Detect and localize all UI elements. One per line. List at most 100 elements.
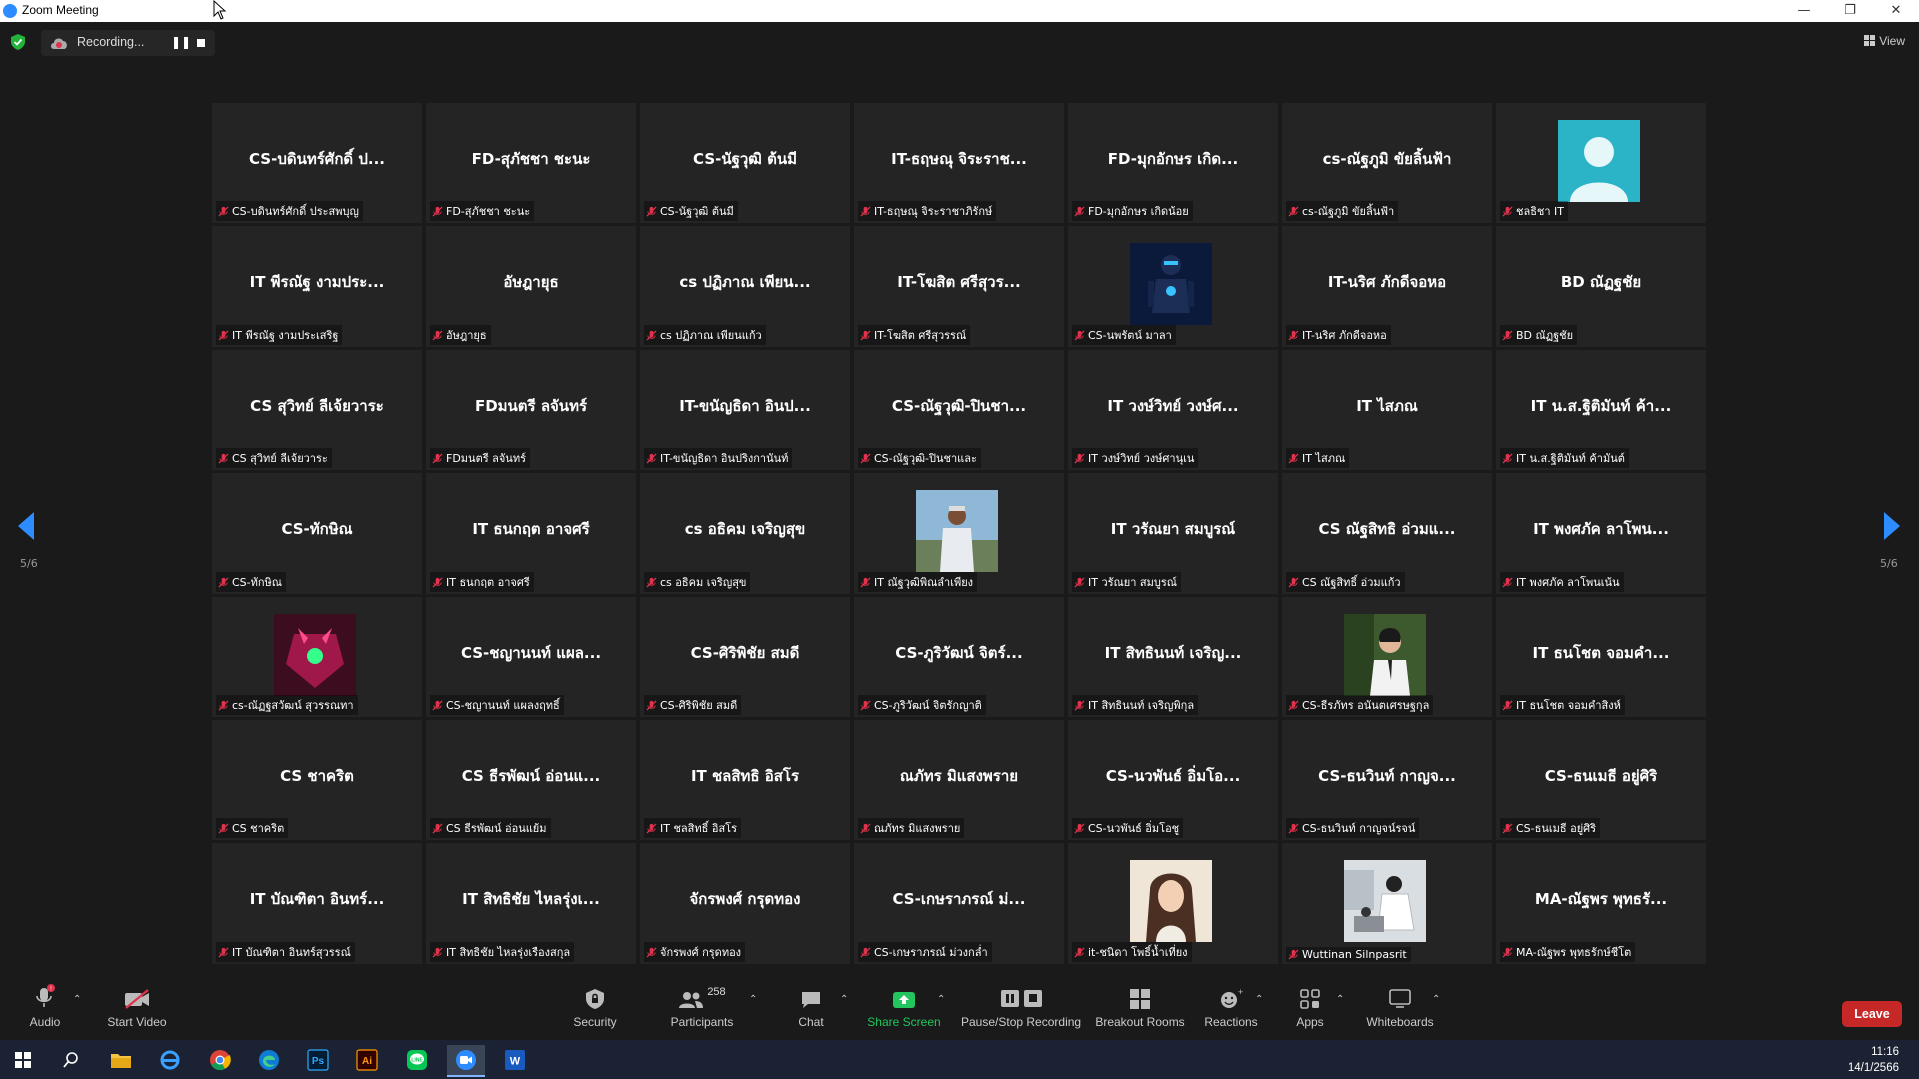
participant-tile[interactable]: CS-บดินทร์ศักดิ์ ป... CS-บดินทร์ศักดิ์ ปร… (212, 103, 422, 224)
participant-tile[interactable]: CS-ชญานนท์ แผล... CS-ชญานนท์ แผลงฤทธิ์ (426, 596, 636, 717)
participant-tile[interactable]: IT วงษ์วิทย์ วงษ์ศ... IT วงษ์วิทย์ วงษ์ศา… (1068, 349, 1278, 471)
participant-tile[interactable]: it-ชนิดา โพธิ์น้ำเที่ยง (1068, 843, 1278, 964)
participant-tile[interactable]: CS-เกษราภรณ์ ม่... CS-เกษราภรณ์ ม่วงกล่ำ (854, 843, 1064, 964)
participant-tile[interactable]: IT ชลสิทธิ อิสโร IT ชลสิทธิ์ อิสโร (640, 719, 850, 841)
start-video-button[interactable]: Start Video (102, 976, 172, 1040)
apps-options-caret[interactable]: ⌃ (1336, 994, 1344, 1005)
participant-tile[interactable]: MA-ณัฐพร พุทธรั... MA-ณัฐพร พุทธรักษ์ชีโต (1496, 843, 1706, 964)
chat-button[interactable]: Chat (789, 976, 833, 1040)
participants-button[interactable]: 258 Participants (665, 976, 739, 1040)
participant-tile[interactable]: IT-นริศ ภักดีจอหอ IT-นริศ ภักดีจอหอ (1282, 226, 1492, 347)
photoshop-icon[interactable]: Ps (303, 1045, 333, 1075)
participant-tile[interactable]: CS-ณัฐวุฒิ-ปินชา... CS-ณัฐวุฒิ-ปินชาและ (854, 349, 1064, 471)
participant-tile[interactable]: CS-ทักษิณ CS-ทักษิณ (212, 473, 422, 594)
previous-page-arrow-icon[interactable] (18, 512, 36, 540)
participant-display-name: CS-ภูริวัฒน์ จิตร์... (895, 643, 1023, 662)
close-button[interactable]: ✕ (1873, 1, 1919, 21)
participant-tile[interactable]: IT-โฆสิต ศรีสุวร... IT-โฆสิต ศรีสุวรรณ์ (854, 226, 1064, 347)
audio-button[interactable]: ! Audio (20, 976, 70, 1040)
search-icon[interactable] (56, 1045, 86, 1075)
reactions-button[interactable]: + Reactions (1203, 976, 1259, 1040)
word-icon[interactable]: W (500, 1045, 530, 1075)
participants-options-caret[interactable]: ⌃ (749, 994, 757, 1005)
participant-tile[interactable]: FD-มุกอักษร เกิด... FD-มุกอักษร เกิดน้อย (1068, 103, 1278, 224)
apps-button[interactable]: Apps (1290, 976, 1330, 1040)
file-explorer-icon[interactable] (106, 1045, 136, 1075)
participant-name-label: IT วงษ์วิทย์ วงษ์ศานุเน (1072, 448, 1199, 469)
participant-tile[interactable]: cs อธิคม เจริญสุข cs อธิคม เจริญสุข (640, 473, 850, 594)
participant-display-name: จักรพงศ์ กรุดทอง (689, 890, 801, 909)
participant-tile[interactable]: จักรพงศ์ กรุดทอง จักรพงศ์ กรุดทอง (640, 843, 850, 964)
ie-icon[interactable] (155, 1045, 185, 1075)
stop-recording-button[interactable] (197, 39, 205, 47)
participant-tile[interactable]: IT พงศภัค ลาโพน... IT พงศภัค ลาโพนเน้น (1496, 473, 1706, 594)
participant-tile[interactable]: CS-นัฐวุฒิ ต้นมี CS-นัฐวุฒิ ต้นมี (640, 103, 850, 224)
participant-tile[interactable]: IT วรัณยา สมบูรณ์ IT วรัณยา สมบูรณ์ (1068, 473, 1278, 594)
chrome-icon[interactable] (205, 1045, 235, 1075)
breakout-rooms-button[interactable]: Breakout Rooms (1094, 976, 1186, 1040)
zoom-icon[interactable] (447, 1045, 485, 1077)
restore-button[interactable]: ❐ (1827, 1, 1873, 21)
participant-name-label: CS-ธนวินท์ กาญจน์รจน์ (1286, 818, 1420, 839)
participant-tile[interactable]: CS-ธีรภัทร อนันตเศรษฐกุล (1282, 596, 1492, 717)
audio-options-caret[interactable]: ⌃ (73, 994, 81, 1005)
participant-tile[interactable]: CS-ศิริพิชัย สมดี CS-ศิริพิชัย สมดี (640, 596, 850, 717)
participant-tile[interactable]: ชลธิชา IT (1496, 103, 1706, 224)
participant-tile[interactable]: CS-นวพันธ์ อิ่มโอ... CS-นวพันธ์ อิ่มโอชู (1068, 719, 1278, 841)
participant-tile[interactable]: IT สิทธิชัย ไหลรุ่งเ... IT สิทธิชัย ไหลรุ… (426, 843, 636, 964)
participant-tile[interactable]: BD ณัฏฐชัย BD ณัฏฐชัย (1496, 226, 1706, 347)
participant-tile[interactable]: CS-นพรัตน์ มาลา (1068, 226, 1278, 347)
line-icon[interactable]: LINE (402, 1045, 432, 1075)
security-button[interactable]: Security (570, 976, 620, 1040)
participant-tile[interactable]: CS ชาคริต CS ชาคริต (212, 719, 422, 841)
participant-tile[interactable]: IT ธนโชต จอมคำ... IT ธนโชต จอมคำสิงห์ (1496, 596, 1706, 717)
muted-mic-icon (1074, 577, 1085, 588)
participant-tile[interactable]: CS-ธนเมธี อยู่ศิริ CS-ธนเมธี อยู่ศิริ (1496, 719, 1706, 841)
participant-tile[interactable]: IT-ขนัญธิดา อินป... IT-ขนัญธิดา อินปริงกา… (640, 349, 850, 471)
participant-tile[interactable]: IT ไสภณ IT ไสภณ (1282, 349, 1492, 471)
participant-tile[interactable]: cs-ณัฏฐสวัฒน์ สุวรรณทา (212, 596, 422, 717)
participant-name: CS ชาคริต (232, 822, 285, 836)
participant-name: IT บัณฑิตา อินทร์สุวรรณ์ (232, 945, 351, 959)
pause-recording-button[interactable]: ❚❚ (171, 35, 191, 49)
participant-tile[interactable]: CS-ภูริวัฒน์ จิตร์... CS-ภูริวัฒน์ จิตรัก… (854, 596, 1064, 717)
edge-icon[interactable] (254, 1045, 284, 1075)
participant-tile[interactable]: Wuttinan Silnpasrit (1282, 843, 1492, 964)
illustrator-icon[interactable]: Ai (352, 1045, 382, 1075)
participant-tile[interactable]: CS ธีรพัฒน์ อ่อนแ... CS ธีรพัฒน์ อ่อนแย้ม (426, 719, 636, 841)
participant-tile[interactable]: IT ธนกฤต อาจศรี IT ธนกฤต อาจศรี (426, 473, 636, 594)
whiteboards-options-caret[interactable]: ⌃ (1432, 994, 1440, 1005)
share-screen-button[interactable]: Share Screen (866, 976, 942, 1040)
participant-tile[interactable]: IT สิทธินนท์ เจริญ... IT สิทธินนท์ เจริญพ… (1068, 596, 1278, 717)
participant-tile[interactable]: IT พีรณัฐ งามประ... IT พีรณัฐ งามประเสริฐ (212, 226, 422, 347)
encryption-shield-icon[interactable] (11, 34, 25, 50)
participant-name-label: MA-ณัฐพร พุทธรักษ์ชีโต (1500, 941, 1636, 962)
system-clock[interactable]: 11:16 14/1/2566 (1848, 1044, 1899, 1076)
participant-tile[interactable]: CS สุวิทย์ ลีเจ้ยวาระ CS สุวิทย์ ลีเจ้ยวา… (212, 349, 422, 471)
pause-stop-recording-button[interactable]: Pause/Stop Recording (961, 976, 1081, 1040)
next-page-arrow-icon[interactable] (1882, 512, 1900, 540)
participant-tile[interactable]: IT บัณฑิตา อินทร์... IT บัณฑิตา อินทร์สุว… (212, 843, 422, 964)
share-options-caret[interactable]: ⌃ (937, 994, 945, 1005)
participant-tile[interactable]: IT น.ส.ฐิติมันท์ ค้า... IT น.ส.ฐิติมันท์ … (1496, 349, 1706, 471)
participant-tile[interactable]: IT-ธฤษณุ จิระราช... IT-ธฤษณุ จิระราชาภิรั… (854, 103, 1064, 224)
minimize-button[interactable]: — (1781, 1, 1827, 21)
windows-start-icon[interactable] (8, 1045, 38, 1075)
leave-button[interactable]: Leave (1842, 1001, 1902, 1027)
participant-tile[interactable]: cs-ณัฐภูมิ ขัยลิ้นฟ้า cs-ณัฐภูมิ ขัยลิ้นฟ… (1282, 103, 1492, 224)
muted-mic-icon (646, 330, 657, 341)
muted-mic-icon (218, 700, 229, 711)
participant-tile[interactable]: IT ณัฐวุฒิพิณลำเพียง (854, 473, 1064, 594)
participant-tile[interactable]: อัษฎายุธ อัษฎายุธ (426, 226, 636, 347)
participant-tile[interactable]: ณภัทร มิแสงพราย ณภัทร มิแสงพราย (854, 719, 1064, 841)
participant-name-label: ชลธิชา IT (1500, 201, 1569, 222)
reactions-options-caret[interactable]: ⌃ (1255, 994, 1263, 1005)
participant-tile[interactable]: CS-ธนวินท์ กาญจ... CS-ธนวินท์ กาญจน์รจน์ (1282, 719, 1492, 841)
chat-options-caret[interactable]: ⌃ (840, 994, 848, 1005)
participant-tile[interactable]: cs ปฏิภาณ เพียน... cs ปฏิภาณ เพียนแก้ว (640, 226, 850, 347)
participant-tile[interactable]: CS ณัฐสิทธิ อ่วมแ... CS ณัฐสิทธิ์ อ่วมแก้… (1282, 473, 1492, 594)
participant-tile[interactable]: FD-สุภัชชา ชะนะ FD-สุภัชชา ชะนะ (426, 103, 636, 224)
whiteboards-button[interactable]: Whiteboards (1362, 976, 1438, 1040)
participant-tile[interactable]: FDมนตรี ลจันทร์ FDมนตรี ลจันทร์ (426, 349, 636, 471)
view-button[interactable]: View (1864, 34, 1905, 48)
